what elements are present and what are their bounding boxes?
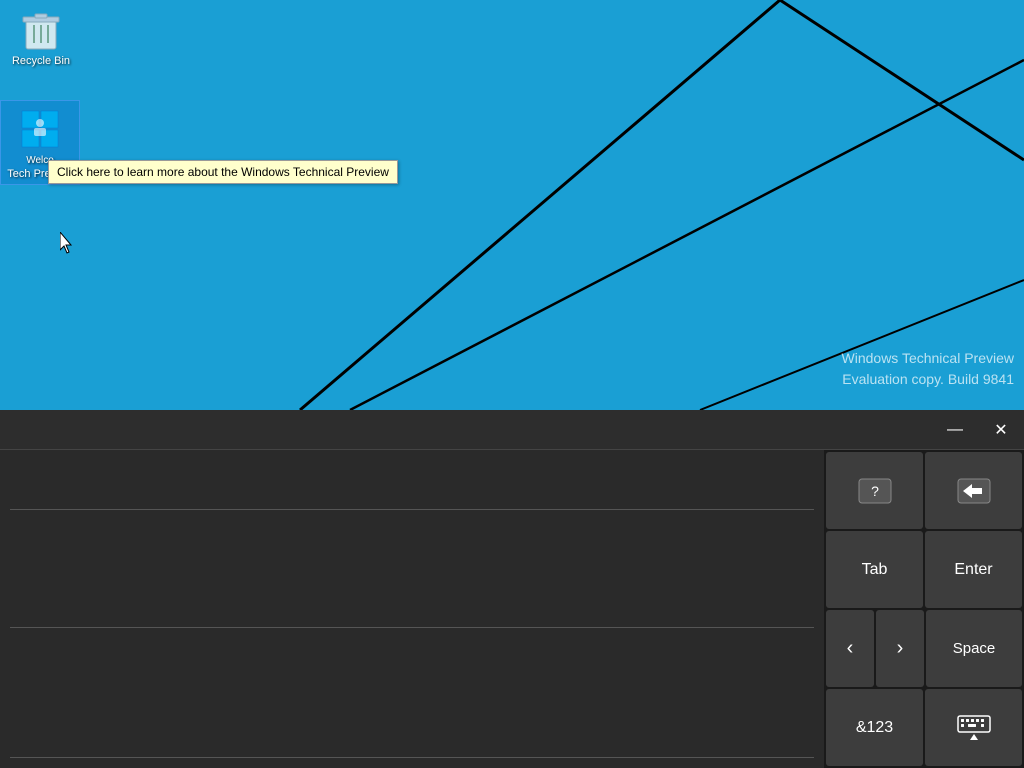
tech-preview-image bbox=[16, 105, 64, 153]
watermark-line1: Windows Technical Preview bbox=[842, 348, 1014, 369]
desktop: Recycle Bin Welco Tech Preview bbox=[0, 0, 1024, 410]
input-line-top bbox=[10, 460, 814, 510]
keyboard-panel: — ✕ ? TabEnter ‹›Space&123 bbox=[0, 410, 1024, 768]
tab-key-button[interactable]: Tab bbox=[826, 531, 923, 608]
tooltip: Click here to learn more about the Windo… bbox=[48, 160, 398, 184]
symbols-key-button[interactable]: &123 bbox=[826, 689, 923, 766]
input-bottom-space bbox=[10, 628, 814, 708]
input-line-bottom bbox=[10, 578, 814, 628]
watermark: Windows Technical Preview Evaluation cop… bbox=[842, 348, 1014, 390]
keyboard-titlebar: — ✕ bbox=[0, 410, 1024, 450]
tooltip-text: Click here to learn more about the Windo… bbox=[57, 165, 389, 179]
keyboard-minimize-button[interactable]: — bbox=[932, 410, 978, 450]
keyboard-text-area[interactable] bbox=[0, 450, 824, 768]
input-line-last bbox=[10, 708, 814, 758]
space-key-button[interactable]: Space bbox=[926, 610, 1022, 687]
keyboard-body: ? TabEnter ‹›Space&123 bbox=[0, 450, 1024, 768]
input-middle-space bbox=[10, 510, 814, 570]
question-key-button[interactable]: ? bbox=[826, 452, 923, 529]
recycle-bin-image bbox=[17, 5, 65, 53]
right-arrow-key-button[interactable]: › bbox=[876, 610, 924, 687]
watermark-line2: Evaluation copy. Build 9841 bbox=[842, 369, 1014, 390]
key-buttons-panel: ? TabEnter ‹›Space&123 bbox=[824, 450, 1024, 768]
svg-text:?: ? bbox=[871, 483, 879, 499]
keyboard-close-button[interactable]: ✕ bbox=[978, 410, 1024, 450]
keyboard-layout-button[interactable] bbox=[925, 689, 1022, 766]
enter-key-button[interactable]: Enter bbox=[925, 531, 1022, 608]
backspace-key-button[interactable] bbox=[925, 452, 1022, 529]
left-arrow-key-button[interactable]: ‹ bbox=[826, 610, 874, 687]
recycle-bin-icon[interactable]: Recycle Bin bbox=[1, 1, 81, 71]
recycle-bin-label: Recycle Bin bbox=[5, 55, 77, 67]
